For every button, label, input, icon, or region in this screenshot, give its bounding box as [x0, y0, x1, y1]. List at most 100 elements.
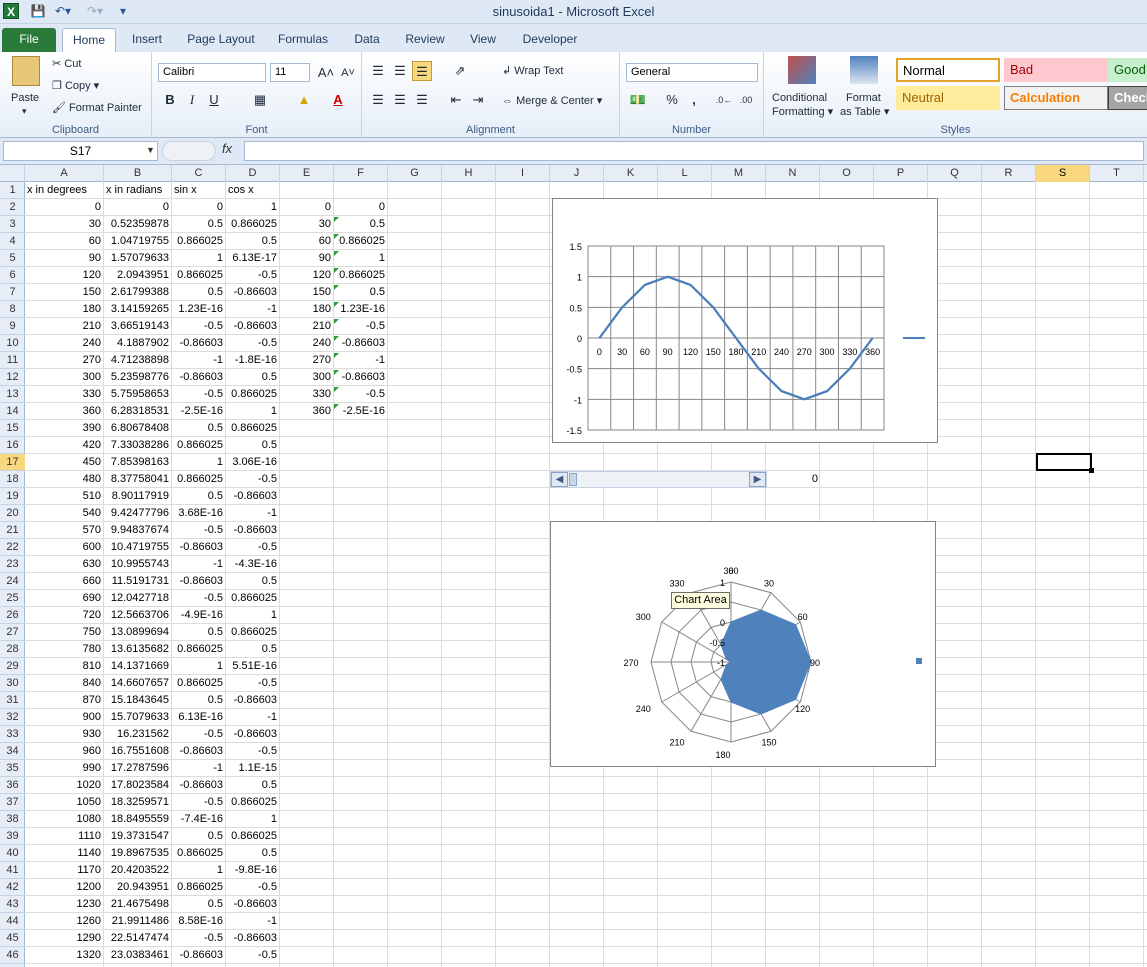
cell-c20[interactable]: 3.68E-16 — [172, 505, 226, 522]
row-header-3[interactable]: 3 — [0, 216, 25, 233]
cell-c42[interactable]: 0.866025 — [172, 879, 226, 896]
cell-b26[interactable]: 12.5663706 — [104, 607, 172, 624]
underline-button[interactable]: U — [204, 90, 224, 110]
column-header-i[interactable]: I — [496, 165, 550, 182]
cell-b20[interactable]: 9.42477796 — [104, 505, 172, 522]
cell-b4[interactable]: 1.04719755 — [104, 233, 172, 250]
cell-c30[interactable]: 0.866025 — [172, 675, 226, 692]
grow-font-icon[interactable]: A˄ — [316, 63, 336, 83]
decrease-decimal-icon[interactable]: .00 — [736, 90, 756, 110]
cell-d42[interactable]: -0.5 — [226, 879, 280, 896]
cell-d10[interactable]: -0.5 — [226, 335, 280, 352]
cell-c2[interactable]: 0 — [172, 199, 226, 216]
cell-d4[interactable]: 0.5 — [226, 233, 280, 250]
cell-a4[interactable]: 60 — [25, 233, 104, 250]
row-header-38[interactable]: 38 — [0, 811, 25, 828]
cell-e12[interactable]: 300 — [280, 369, 334, 386]
row-header-46[interactable]: 46 — [0, 947, 25, 964]
cell-a26[interactable]: 720 — [25, 607, 104, 624]
conditional-formatting-icon[interactable] — [788, 56, 816, 84]
column-header-c[interactable]: C — [172, 165, 226, 182]
cell-d38[interactable]: 1 — [226, 811, 280, 828]
cell-a8[interactable]: 180 — [25, 301, 104, 318]
tab-file[interactable]: File — [2, 28, 56, 52]
cell-c35[interactable]: -1 — [172, 760, 226, 777]
number-format-select[interactable]: General — [626, 63, 758, 82]
fill-color-icon[interactable]: ▲ — [294, 90, 314, 110]
cell-a12[interactable]: 300 — [25, 369, 104, 386]
cell-d44[interactable]: -1 — [226, 913, 280, 930]
cell-a27[interactable]: 750 — [25, 624, 104, 641]
cell-e5[interactable]: 90 — [280, 250, 334, 267]
orientation-icon[interactable]: ⇗ — [450, 61, 470, 81]
cell-d28[interactable]: 0.5 — [226, 641, 280, 658]
cell-d27[interactable]: 0.866025 — [226, 624, 280, 641]
column-header-j[interactable]: J — [550, 165, 604, 182]
cell-a19[interactable]: 510 — [25, 488, 104, 505]
column-header-r[interactable]: R — [982, 165, 1036, 182]
tab-home[interactable]: Home — [62, 28, 116, 52]
row-header-44[interactable]: 44 — [0, 913, 25, 930]
cell-a45[interactable]: 1290 — [25, 930, 104, 947]
cell-style-bad[interactable]: Bad — [1004, 58, 1108, 82]
cell-a2[interactable]: 0 — [25, 199, 104, 216]
cell-c31[interactable]: 0.5 — [172, 692, 226, 709]
cell-c7[interactable]: 0.5 — [172, 284, 226, 301]
cell-d8[interactable]: -1 — [226, 301, 280, 318]
name-box-dropdown-icon[interactable]: ▼ — [146, 145, 155, 155]
name-box[interactable]: S17 — [3, 141, 158, 161]
cell-b12[interactable]: 5.23598776 — [104, 369, 172, 386]
cell-c23[interactable]: -1 — [172, 556, 226, 573]
cell-b39[interactable]: 19.3731547 — [104, 828, 172, 845]
shrink-font-icon[interactable]: A˅ — [338, 63, 358, 83]
line-chart[interactable]: 1.5 1 0.5 0 -0.5 -1 -1.5 0 30 60 90 120 150 180 210 240… — [552, 198, 938, 443]
row-header-22[interactable]: 22 — [0, 539, 25, 556]
cell-c17[interactable]: 1 — [172, 454, 226, 471]
cell-c45[interactable]: -0.5 — [172, 930, 226, 947]
cell-c40[interactable]: 0.866025 — [172, 845, 226, 862]
column-header-a[interactable]: A — [25, 165, 104, 182]
column-header-t[interactable]: T — [1090, 165, 1144, 182]
cell-c10[interactable]: -0.86603 — [172, 335, 226, 352]
column-header-n[interactable]: N — [766, 165, 820, 182]
row-header-31[interactable]: 31 — [0, 692, 25, 709]
formula-bar-splitter[interactable] — [162, 141, 216, 161]
cell-c29[interactable]: 1 — [172, 658, 226, 675]
cell-d32[interactable]: -1 — [226, 709, 280, 726]
cell-b28[interactable]: 13.6135682 — [104, 641, 172, 658]
cell-d7[interactable]: -0.86603 — [226, 284, 280, 301]
cell-b42[interactable]: 20.943951 — [104, 879, 172, 896]
row-header-12[interactable]: 12 — [0, 369, 25, 386]
cell-a40[interactable]: 1140 — [25, 845, 104, 862]
cell-a22[interactable]: 600 — [25, 539, 104, 556]
cell-a6[interactable]: 120 — [25, 267, 104, 284]
cell-f9[interactable]: -0.5 — [334, 318, 388, 335]
comma-button[interactable]: , — [684, 90, 704, 110]
cell-b9[interactable]: 3.66519143 — [104, 318, 172, 335]
cell-b23[interactable]: 10.9955743 — [104, 556, 172, 573]
cell-b45[interactable]: 22.5147474 — [104, 930, 172, 947]
format-as-table-icon[interactable] — [850, 56, 878, 84]
paste-icon[interactable] — [12, 56, 40, 86]
cell-style-calculation[interactable]: Calculation — [1004, 86, 1108, 110]
cell-f6[interactable]: 0.866025 — [334, 267, 388, 284]
cell-e9[interactable]: 210 — [280, 318, 334, 335]
cell-e11[interactable]: 270 — [280, 352, 334, 369]
cell-b24[interactable]: 11.5191731 — [104, 573, 172, 590]
row-header-20[interactable]: 20 — [0, 505, 25, 522]
cell-d5[interactable]: 6.13E-17 — [226, 250, 280, 267]
borders-icon[interactable]: ▦ — [250, 90, 270, 110]
cell-b19[interactable]: 8.90117919 — [104, 488, 172, 505]
column-header-h[interactable]: H — [442, 165, 496, 182]
conditional-formatting-button[interactable]: Conditional — [772, 92, 827, 104]
active-cell-s17[interactable] — [1036, 453, 1094, 473]
row-header-29[interactable]: 29 — [0, 658, 25, 675]
cell-f3[interactable]: 0.5 — [334, 216, 388, 233]
cell-b14[interactable]: 6.28318531 — [104, 403, 172, 420]
cell-a5[interactable]: 90 — [25, 250, 104, 267]
cell-e3[interactable]: 30 — [280, 216, 334, 233]
cell-d30[interactable]: -0.5 — [226, 675, 280, 692]
column-header-p[interactable]: P — [874, 165, 928, 182]
cell-b36[interactable]: 17.8023584 — [104, 777, 172, 794]
align-right-icon[interactable]: ☰ — [412, 90, 432, 110]
